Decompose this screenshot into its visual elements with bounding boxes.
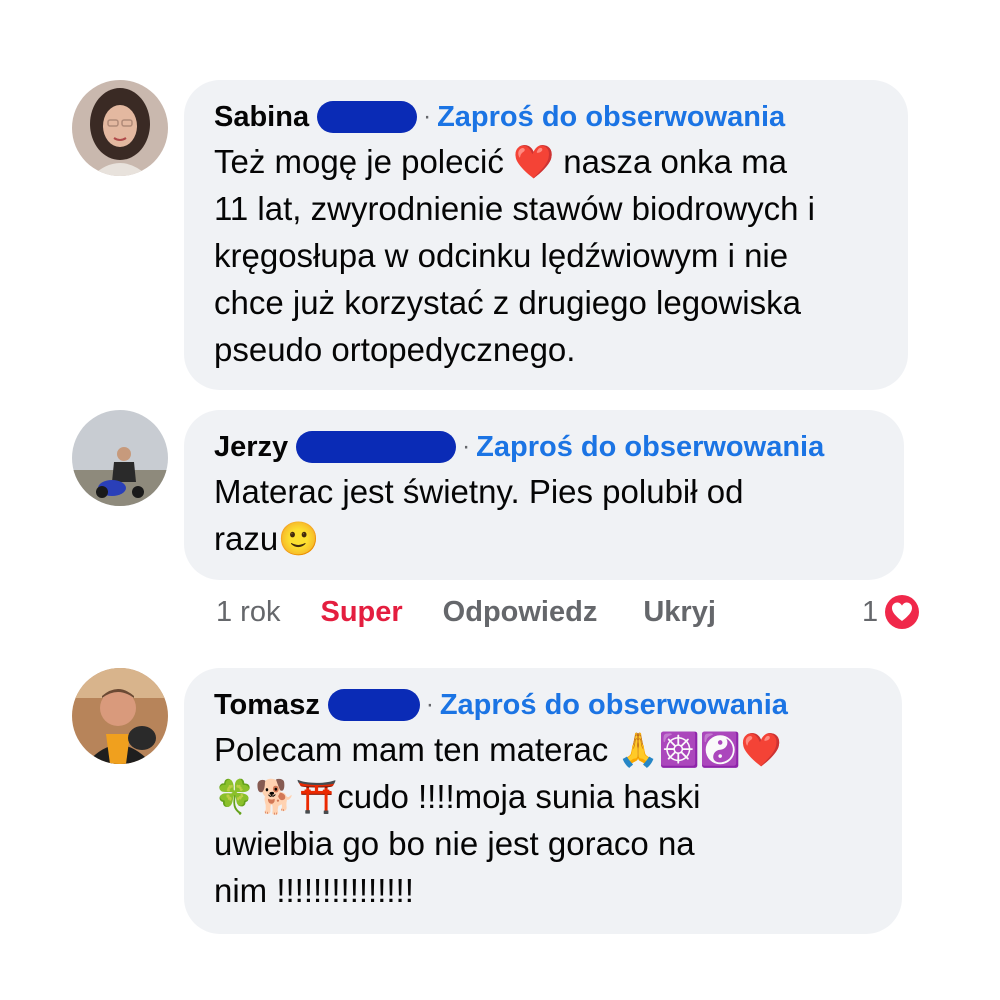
comment-author[interactable]: Jerzy bbox=[214, 431, 288, 464]
reply-button[interactable]: Odpowiedz bbox=[443, 596, 598, 629]
avatar-sabina-image bbox=[72, 80, 168, 176]
comment-text-line: pseudo ortopedycznego. bbox=[214, 331, 576, 368]
comment-timestamp[interactable]: 1 rok bbox=[216, 596, 280, 629]
comments-thread: Sabina · Zaproś do obserwowania Też mogę… bbox=[0, 0, 1000, 1000]
avatar-jerzy[interactable] bbox=[72, 410, 168, 506]
comment-text: Polecam mam ten materac 🙏☸️☯️❤️ 🍀🐕⛩️cudo… bbox=[214, 726, 874, 914]
comment-bubble-jerzy: Jerzy · Zaproś do obserwowania Materac j… bbox=[184, 410, 904, 580]
comment-text-line: Materac jest świetny. Pies polubił od bbox=[214, 473, 744, 510]
comment-text-line: uwielbia go bo nie jest goraco na bbox=[214, 825, 695, 862]
invite-follow-link[interactable]: Zaproś do obserwowania bbox=[437, 101, 785, 134]
reaction-summary[interactable]: 1 bbox=[862, 590, 922, 634]
reaction-button[interactable]: Super bbox=[320, 596, 402, 629]
comment-bubble-tomasz: Tomasz · Zaproś do obserwowania Polecam … bbox=[184, 668, 902, 934]
separator-dot: · bbox=[462, 433, 471, 460]
reaction-count: 1 bbox=[862, 595, 879, 628]
comment-text-line: razu🙂 bbox=[214, 520, 320, 557]
comment-text-line: Polecam mam ten materac 🙏☸️☯️❤️ bbox=[214, 731, 782, 768]
comment-text-line: 11 lat, zwyrodnienie stawów biodrowych i bbox=[214, 190, 816, 227]
comment-text-line: nim !!!!!!!!!!!!!!! bbox=[214, 872, 414, 909]
comment-bubble-sabina: Sabina · Zaproś do obserwowania Też mogę… bbox=[184, 80, 908, 390]
comment-author[interactable]: Tomasz bbox=[214, 689, 320, 722]
comment-text-line: Też mogę je polecić ❤️ nasza onka ma bbox=[214, 143, 788, 180]
avatar-tomasz[interactable] bbox=[72, 668, 168, 764]
avatar-jerzy-image bbox=[72, 410, 168, 506]
separator-dot: · bbox=[423, 103, 432, 130]
invite-follow-link[interactable]: Zaproś do obserwowania bbox=[476, 431, 824, 464]
comment-actions-jerzy: 1 rok Super Odpowiedz Ukryj bbox=[216, 592, 716, 632]
redacted-surname bbox=[317, 101, 418, 133]
comment-text-line: kręgosłupa w odcinku lędźwiowym i nie bbox=[214, 237, 789, 274]
avatar-sabina[interactable] bbox=[72, 80, 168, 176]
invite-follow-link[interactable]: Zaproś do obserwowania bbox=[440, 689, 788, 722]
avatar-tomasz-image bbox=[72, 668, 168, 764]
redacted-surname bbox=[327, 689, 420, 721]
love-heart-icon bbox=[883, 593, 922, 631]
redacted-surname bbox=[296, 431, 457, 463]
comment-text: Też mogę je polecić ❤️ nasza onka ma 11 … bbox=[214, 138, 880, 373]
comment-header: Tomasz · Zaproś do obserwowania bbox=[214, 688, 874, 722]
comment-header: Sabina · Zaproś do obserwowania bbox=[214, 100, 880, 134]
comment-text-line: 🍀🐕⛩️cudo !!!!moja sunia haski bbox=[214, 778, 701, 815]
comment-header: Jerzy · Zaproś do obserwowania bbox=[214, 430, 876, 464]
comment-text-line: chce już korzystać z drugiego legowiska bbox=[214, 284, 801, 321]
comment-text: Materac jest świetny. Pies polubił od ra… bbox=[214, 468, 876, 562]
hide-button[interactable]: Ukryj bbox=[643, 596, 716, 629]
separator-dot: · bbox=[425, 691, 434, 718]
comment-author[interactable]: Sabina bbox=[214, 101, 309, 134]
